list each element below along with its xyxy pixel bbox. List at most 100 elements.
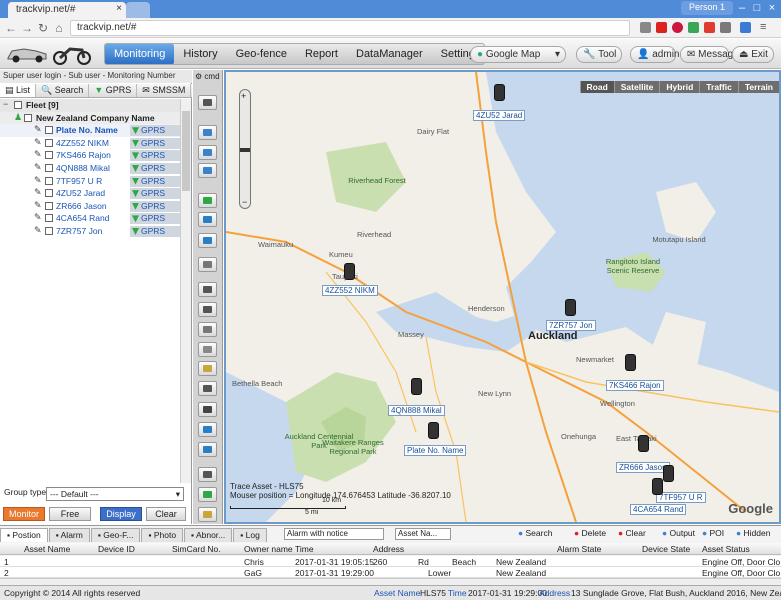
vehicle-marker-label[interactable]: 4QN888 Mikal — [388, 405, 445, 416]
forward-icon[interactable]: → — [20, 21, 34, 35]
vehicle-marker-icon[interactable] — [411, 378, 422, 395]
zoom-slider[interactable]: + − — [239, 89, 251, 209]
edit-icon[interactable]: ✎ — [34, 200, 43, 210]
edit-icon[interactable]: ✎ — [34, 125, 43, 134]
grid-column-header[interactable]: Time — [295, 544, 314, 554]
asset-name-select[interactable]: Asset Na... — [395, 528, 451, 540]
admin-button[interactable]: 👤 admin — [630, 46, 679, 63]
extension-icon[interactable] — [688, 22, 699, 33]
lock-button[interactable] — [198, 302, 217, 317]
filter-button[interactable] — [198, 282, 217, 297]
close-icon[interactable]: × — [116, 3, 122, 14]
edit-icon[interactable]: ✎ — [34, 175, 43, 185]
grid-column-header[interactable]: Asset Name — [24, 544, 70, 554]
cog-button[interactable] — [198, 402, 217, 417]
undo-button[interactable] — [198, 442, 217, 457]
fleet-row[interactable]: − Fleet [9] — [0, 99, 180, 112]
pinterest-icon[interactable] — [672, 22, 683, 33]
bottom-tab-3[interactable]: ▪ Photo — [141, 528, 184, 542]
star-button[interactable] — [198, 381, 217, 396]
search-button[interactable]: ● Search — [518, 528, 552, 538]
vehicle-checkbox[interactable] — [45, 126, 53, 135]
fleet-checkbox[interactable] — [14, 101, 22, 109]
tool-button[interactable]: 🔧 Tool — [576, 46, 622, 63]
clear-button[interactable]: ● Clear — [618, 528, 646, 538]
edit-icon[interactable]: ✎ — [34, 162, 43, 172]
extension-icon[interactable] — [704, 22, 715, 33]
arrow-right-button[interactable] — [198, 125, 217, 140]
grid-column-header[interactable]: Asset Status — [702, 544, 750, 554]
vehicle-marker-icon[interactable] — [565, 299, 576, 316]
vehicle-row[interactable]: ✎ 4ZZ552 NIKM GPRS — [0, 137, 180, 150]
bookmark-icon[interactable] — [640, 22, 651, 33]
company-checkbox[interactable] — [24, 113, 32, 122]
group-select[interactable]: --- Default --- ▾ — [46, 487, 184, 501]
display-button[interactable]: Display — [100, 507, 142, 521]
power-button[interactable] — [198, 422, 217, 437]
vehicle-marker-icon[interactable] — [428, 422, 439, 439]
arrow-down-button[interactable] — [198, 507, 217, 522]
settings-button[interactable] — [198, 257, 217, 272]
tab-search[interactable]: 🔍 Search — [36, 84, 90, 97]
arrow-right-button[interactable] — [198, 145, 217, 160]
vehicle-row[interactable]: ✎ 7ZR757 Jon GPRS — [0, 225, 180, 238]
vehicle-marker-label[interactable]: 4ZU52 Jarad — [473, 110, 526, 121]
vehicle-marker-icon[interactable] — [625, 354, 636, 371]
poi-button[interactable]: ● POI — [702, 528, 724, 538]
map-type-terrain[interactable]: Terrain — [737, 81, 779, 93]
extension-icon[interactable] — [720, 22, 731, 33]
alarm-notice-select[interactable]: Alarm with notice — [284, 528, 384, 540]
exit-button[interactable]: ⏏ Exit — [732, 46, 774, 63]
url-input[interactable]: trackvip.net/# — [70, 20, 630, 36]
vehicle-marker-label[interactable]: 7KS466 Rajon — [606, 380, 664, 391]
vehicle-marker-label[interactable]: 7ZR757 Jon — [546, 320, 596, 331]
output-button[interactable]: ● Output — [662, 528, 695, 538]
tab-gprs[interactable]: ▼ GPRS — [89, 84, 138, 97]
vehicle-marker-label[interactable]: 4CA654 Rand — [630, 504, 687, 515]
tab-monitoring[interactable]: Monitoring — [105, 44, 175, 64]
free-button[interactable]: Free — [49, 507, 91, 521]
bottom-tab-1[interactable]: ▪ Alarm — [48, 528, 90, 542]
vehicle-marker-label[interactable]: ZR666 Jason — [616, 462, 670, 473]
monitor-button[interactable]: Monitor — [3, 507, 45, 521]
vehicle-checkbox[interactable] — [45, 201, 53, 210]
vehicle-checkbox[interactable] — [45, 189, 53, 198]
vehicle-marker-icon[interactable] — [663, 465, 674, 482]
edit-icon[interactable]: ✎ — [34, 225, 43, 235]
zoom-out-icon[interactable]: − — [242, 197, 247, 207]
profile-button[interactable]: Person 1 — [680, 1, 733, 15]
arrow-left-button[interactable] — [198, 163, 217, 178]
message-button[interactable]: ✉ Message — [680, 46, 739, 63]
zoom-in-icon[interactable]: + — [241, 91, 246, 101]
edit-icon[interactable]: ✎ — [34, 213, 43, 222]
envelope-button[interactable] — [198, 342, 217, 357]
layer-button[interactable] — [198, 95, 217, 110]
map-type-satellite[interactable]: Satellite — [613, 81, 660, 93]
download-icon[interactable] — [740, 22, 751, 33]
collapse-icon[interactable]: − — [3, 100, 12, 109]
reload-icon[interactable]: ↻ — [36, 21, 50, 35]
tab-list[interactable]: ▤ List — [0, 84, 37, 97]
tab-history[interactable]: History — [174, 44, 226, 64]
vehicle-marker-label[interactable]: Plate No. Name — [404, 445, 467, 456]
vehicle-marker-label[interactable]: 7TF957 U R — [656, 492, 706, 503]
maximize-icon[interactable]: □ — [750, 1, 764, 15]
delete-button[interactable]: ● Delete — [574, 528, 606, 538]
grid-column-header[interactable]: Device State — [642, 544, 690, 554]
document-button[interactable] — [198, 212, 217, 227]
hidden-button[interactable]: ● Hidden — [736, 528, 770, 538]
edit-icon[interactable]: ✎ — [34, 188, 43, 197]
minimize-icon[interactable]: – — [735, 1, 749, 15]
vehicle-marker-icon[interactable] — [652, 478, 663, 495]
grid-column-header[interactable]: Address — [373, 544, 404, 554]
back-icon[interactable]: ← — [4, 21, 18, 35]
clock-button[interactable] — [198, 467, 217, 482]
phone-button[interactable] — [198, 193, 217, 208]
menu-icon[interactable]: ≡ — [760, 22, 771, 33]
browser-tab[interactable]: trackvip.net/# × — [8, 2, 126, 18]
close-window-icon[interactable]: × — [765, 1, 779, 15]
map-type-road[interactable]: Road — [579, 81, 614, 93]
bottom-tab-4[interactable]: ▪ Abnor... — [184, 528, 233, 542]
vehicle-marker-label[interactable]: 4ZZ552 NIKM — [322, 285, 378, 296]
vehicle-row[interactable]: ✎ Plate No. Name GPRS — [0, 124, 180, 137]
